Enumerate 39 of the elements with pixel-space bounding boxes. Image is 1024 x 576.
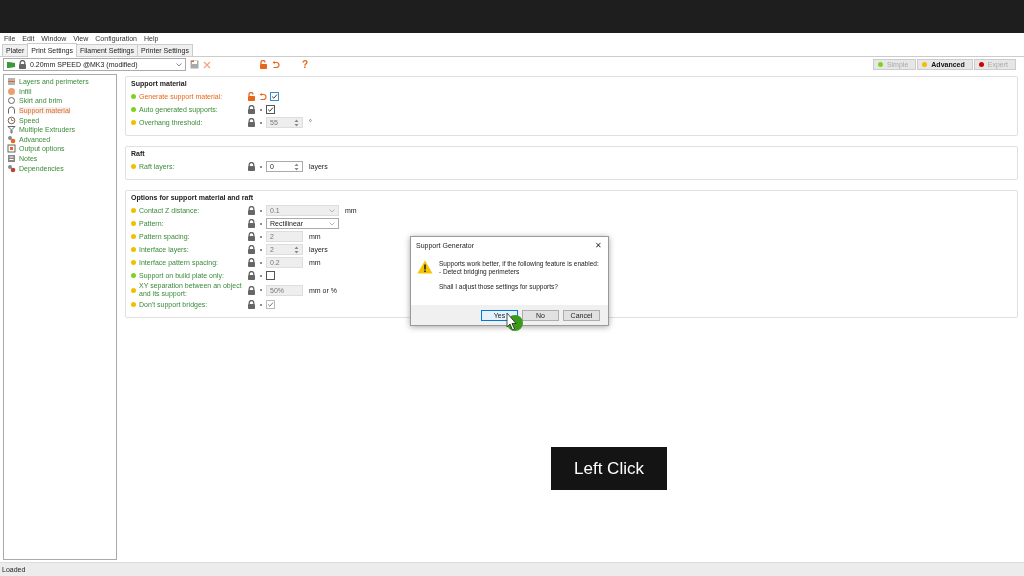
padlock-icon[interactable]: [247, 271, 256, 280]
padlock-icon[interactable]: [247, 118, 256, 127]
clock-icon: [7, 115, 16, 125]
checkbox[interactable]: [266, 105, 275, 114]
unlocked-padlock-icon[interactable]: [247, 92, 256, 101]
frame-icon: [7, 144, 16, 154]
save-icon[interactable]: [190, 60, 199, 69]
flag-icon: [7, 61, 15, 68]
layers-icon: [7, 77, 16, 87]
padlock-icon[interactable]: [247, 245, 256, 254]
padlock-icon[interactable]: [247, 285, 256, 295]
help-button[interactable]: ?: [302, 59, 309, 70]
ring-icon: [7, 96, 16, 106]
padlock-icon[interactable]: [247, 232, 256, 241]
padlock-icon[interactable]: [247, 206, 256, 215]
padlock-icon[interactable]: [247, 162, 256, 171]
notes-icon: [7, 154, 16, 164]
padlock-icon[interactable]: [247, 258, 256, 267]
circles-icon: [7, 134, 16, 144]
close-button[interactable]: ✕: [595, 241, 602, 250]
undo-arrow-icon[interactable]: [272, 60, 280, 69]
arch-icon: [7, 106, 16, 116]
padlock-icon[interactable]: [247, 300, 256, 309]
click-caption: Left Click: [551, 447, 667, 490]
checkbox[interactable]: [266, 271, 275, 280]
padlock-icon[interactable]: [247, 105, 256, 114]
caret-icon[interactable]: [329, 221, 335, 226]
warning-icon: [417, 260, 433, 274]
delete-icon[interactable]: [203, 60, 211, 69]
circles-icon: [7, 163, 16, 173]
spin-arrows-icon[interactable]: [294, 162, 299, 171]
padlock-icon[interactable]: [247, 219, 256, 228]
caret-icon[interactable]: [176, 62, 182, 67]
padlock-icon[interactable]: [18, 60, 27, 69]
undo-arrow-icon[interactable]: [259, 92, 267, 101]
funnel-icon: [7, 125, 16, 135]
checkbox[interactable]: [270, 92, 279, 101]
disc-icon: [7, 86, 16, 96]
unlocked-padlock-icon[interactable]: [259, 60, 268, 69]
